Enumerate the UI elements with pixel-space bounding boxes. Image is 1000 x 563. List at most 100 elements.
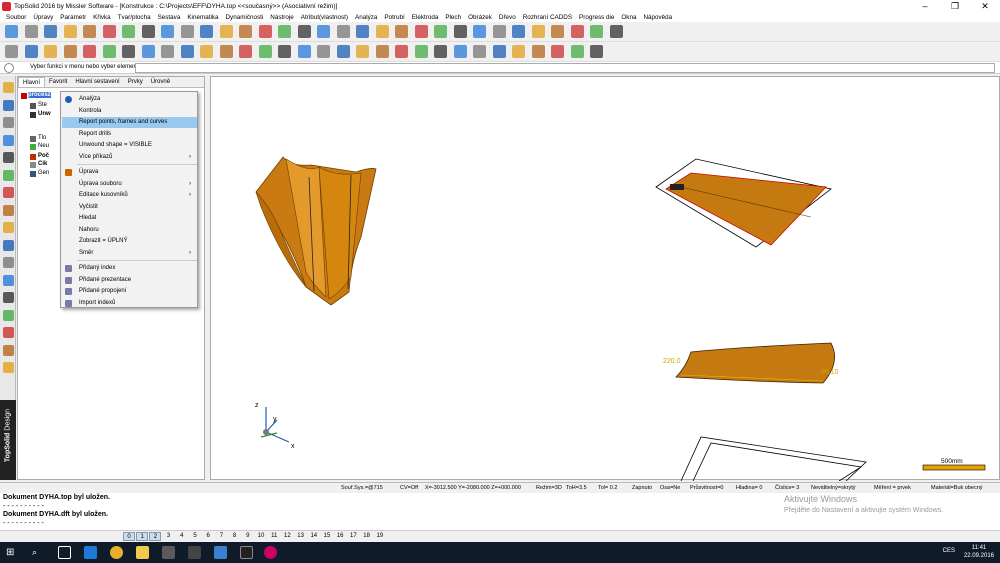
left-tool-button[interactable]	[3, 222, 14, 233]
graphics-viewport[interactable]: 220.0 90.10 z y x 500mm	[210, 76, 1000, 482]
toolbar-button[interactable]	[414, 25, 428, 38]
toolbar-button[interactable]	[434, 45, 447, 58]
layer-button[interactable]: 11	[268, 532, 280, 541]
toolbar-button[interactable]	[122, 25, 135, 38]
status-osa[interactable]: Osa=Ne	[660, 485, 680, 491]
dimension-right[interactable]: 90.10	[821, 369, 839, 376]
tree-node[interactable]: Cik	[38, 161, 47, 167]
tree-node[interactable]: procesz	[28, 92, 51, 98]
cancel-command-icon[interactable]	[4, 63, 14, 73]
left-tool-button[interactable]	[3, 257, 14, 268]
menu-item[interactable]: Kinematika	[187, 14, 218, 21]
layer-button[interactable]: 19	[374, 532, 386, 541]
toolbar-button[interactable]	[24, 45, 38, 58]
app-icon-7[interactable]	[214, 546, 227, 559]
toolbar-button[interactable]	[180, 25, 194, 38]
toolbar-button[interactable]	[219, 25, 233, 38]
search-icon[interactable]: ⌕	[32, 546, 45, 559]
left-tool-button[interactable]	[3, 344, 14, 356]
tree-node[interactable]: Unw	[38, 111, 51, 117]
context-menu-item[interactable]: Úprava souboru ›	[62, 179, 197, 190]
left-tool-button[interactable]	[3, 187, 14, 198]
toolbar-button[interactable]	[5, 45, 18, 58]
left-tool-button[interactable]	[3, 169, 14, 181]
wireframe-part[interactable]	[680, 436, 867, 482]
status-material[interactable]: Materiál=Buk obecný	[931, 485, 983, 491]
left-tool-button[interactable]	[3, 82, 14, 93]
context-menu-item[interactable]: Editace kusovníků ›	[62, 190, 197, 201]
maximize-button[interactable]: ❐	[940, 0, 970, 12]
layer-button[interactable]: 5	[189, 532, 201, 541]
context-menu-item[interactable]: Kontrola	[62, 106, 197, 117]
toolbar-button[interactable]	[239, 25, 252, 38]
menu-item[interactable]: Okna	[621, 14, 636, 21]
toolbar-button[interactable]	[141, 45, 155, 58]
toolbar-button[interactable]	[551, 25, 564, 38]
layer-button[interactable]: 12	[281, 532, 293, 541]
layer-button[interactable]: 14	[308, 532, 320, 541]
panel-tab[interactable]: Hlavní sestavení	[71, 77, 123, 87]
status-hladina[interactable]: Hladina= 0	[736, 485, 762, 491]
toolbar-button[interactable]	[44, 45, 57, 58]
toolbar-button[interactable]	[317, 25, 330, 38]
menu-item[interactable]: Plech	[445, 14, 461, 21]
toolbar-button[interactable]	[590, 25, 603, 38]
menu-item[interactable]: Soubor	[6, 14, 26, 21]
topsolid-task-icon[interactable]	[264, 546, 277, 559]
layer-button[interactable]: 13	[295, 532, 307, 541]
minimize-button[interactable]: –	[910, 0, 940, 12]
menu-item[interactable]: Progress die	[579, 14, 614, 21]
context-menu-item[interactable]: Vyčistit	[62, 202, 197, 213]
explorer-icon[interactable]	[136, 546, 149, 559]
toolbar-button[interactable]	[512, 45, 525, 58]
menu-item[interactable]: Atribut(vlastnost)	[301, 14, 348, 21]
layer-button[interactable]: 2	[149, 532, 162, 541]
toolbar-button[interactable]	[317, 45, 330, 58]
layer-button[interactable]: 10	[255, 532, 267, 541]
layer-button[interactable]: 16	[334, 532, 346, 541]
left-tool-button[interactable]	[3, 362, 14, 373]
store-icon[interactable]	[162, 546, 175, 559]
curved-part[interactable]	[255, 156, 377, 306]
layer-button[interactable]: 0	[123, 532, 135, 541]
toolbar-button[interactable]	[102, 25, 116, 38]
panel-tab[interactable]: Favorit	[45, 77, 71, 87]
toolbar-button[interactable]	[609, 25, 623, 38]
toolbar-button[interactable]	[473, 25, 486, 38]
tree-node[interactable]: Neu	[38, 143, 49, 149]
tree-node[interactable]: Poč	[38, 153, 49, 159]
menu-item[interactable]: Nápověda	[643, 14, 672, 21]
context-menu-item[interactable]: Nahoru	[62, 225, 197, 236]
context-menu-item[interactable]: Report drills	[62, 129, 197, 140]
toolbar-button[interactable]	[375, 45, 389, 58]
menu-item[interactable]: Úpravy	[33, 14, 53, 21]
layer-button[interactable]: 4	[176, 532, 188, 541]
left-tool-button[interactable]	[3, 152, 14, 163]
menu-item[interactable]: Sestava	[158, 14, 181, 21]
toolbar-button[interactable]	[219, 45, 233, 58]
toolbar-button[interactable]	[434, 25, 447, 38]
toolbar-button[interactable]	[531, 25, 545, 38]
menu-item[interactable]: Křivka	[93, 14, 111, 21]
status-mereni[interactable]: Měření = prvek	[874, 485, 911, 491]
flat-part-upper[interactable]	[655, 158, 832, 248]
layer-button[interactable]: 18	[361, 532, 373, 541]
toolbar-button[interactable]	[395, 45, 408, 58]
command-input[interactable]	[135, 63, 995, 73]
menu-item[interactable]: Rozhraní CADDS	[523, 14, 572, 21]
left-tool-button[interactable]	[3, 134, 14, 146]
toolbar-button[interactable]	[297, 45, 311, 58]
close-button[interactable]: ✕	[970, 0, 1000, 12]
context-menu-item[interactable]: Úprava	[62, 167, 197, 178]
toolbar-button[interactable]	[180, 45, 194, 58]
context-menu-item[interactable]: Unwound shape = VISIBLE	[62, 140, 197, 151]
toolbar-button[interactable]	[492, 45, 506, 58]
toolbar-button[interactable]	[278, 45, 291, 58]
menu-item[interactable]: Dynamičnosti	[226, 14, 264, 21]
toolbar-button[interactable]	[531, 45, 545, 58]
menu-item[interactable]: Dřevo	[499, 14, 516, 21]
toolbar-button[interactable]	[297, 25, 311, 38]
toolbar-button[interactable]	[161, 25, 174, 38]
context-menu-item[interactable]: Analýza	[62, 94, 197, 105]
toolbar-button[interactable]	[551, 45, 564, 58]
